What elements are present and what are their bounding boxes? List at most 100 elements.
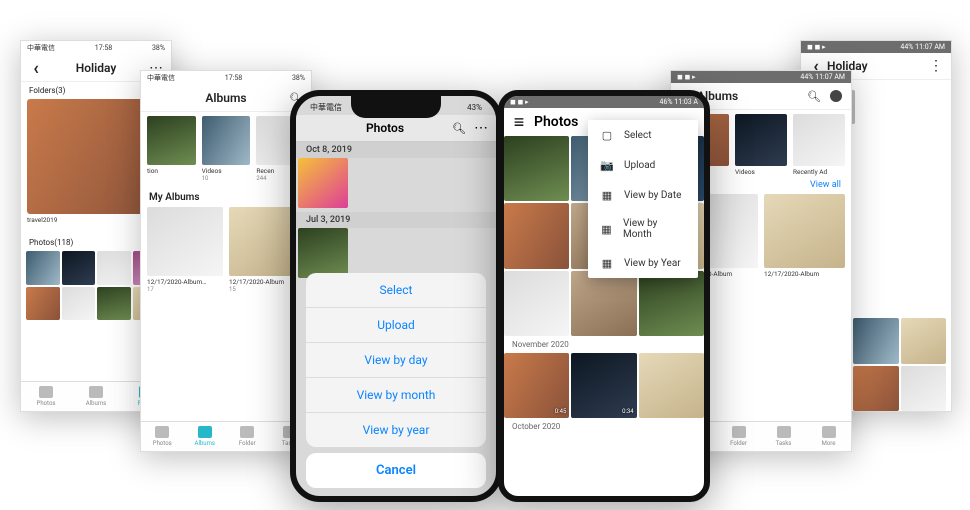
photo-thumb[interactable]	[26, 251, 60, 285]
action-sheet: Select Upload View by day View by month …	[306, 273, 486, 488]
battery: 38%	[292, 74, 305, 82]
album-thumb[interactable]	[147, 116, 196, 165]
status-left: ◼ ◼ ▸	[807, 43, 826, 51]
header: Albums	[141, 85, 311, 112]
photo-thumb[interactable]	[298, 158, 348, 208]
tab-label: Photos	[153, 440, 172, 447]
iphone-screen: 中華電信 43% Photos Oct 8, 2019 Jul 3, 2019	[296, 96, 496, 496]
search-icon[interactable]	[807, 89, 821, 103]
dropdown-menu: ▢Select 📷Upload ▦View by Date ▦View by M…	[588, 120, 698, 278]
notch	[351, 96, 441, 118]
photo-thumb[interactable]	[504, 136, 569, 201]
tab-albums[interactable]: Albums	[71, 382, 121, 411]
status-left: ◼ ◼ ▸	[510, 98, 529, 106]
tab-folder[interactable]: Folder	[716, 422, 761, 451]
tab-label: Folder	[730, 440, 747, 447]
tab-photos[interactable]: Photos	[21, 382, 71, 411]
status-right: 46% 11:03 A	[660, 98, 698, 106]
photo-thumb[interactable]	[298, 228, 348, 278]
photo-thumb[interactable]	[62, 287, 96, 321]
album-count: 10	[202, 175, 251, 182]
video-thumb[interactable]: 0:45	[504, 353, 569, 418]
album-thumb[interactable]	[793, 114, 845, 166]
menu-icon[interactable]	[512, 115, 526, 129]
photo-thumb[interactable]	[504, 271, 569, 336]
tab-label: Albums	[86, 400, 106, 407]
video-duration: 0:45	[555, 408, 567, 415]
photo-thumb[interactable]	[901, 366, 946, 411]
clock: 17:58	[225, 74, 242, 82]
sheet-cancel[interactable]: Cancel	[306, 453, 486, 488]
sheet-select[interactable]: Select	[306, 273, 486, 307]
upload-icon: 📷	[600, 158, 614, 172]
photo-thumb[interactable]	[504, 203, 569, 268]
menu-view-by-date[interactable]: ▦View by Date	[588, 180, 698, 210]
bottom-tabs: Photos Albums Folder Tasks	[141, 421, 311, 451]
photo-thumb[interactable]	[853, 366, 898, 411]
photo-thumb[interactable]	[26, 287, 60, 321]
status-bar: ◼ ◼ ▸ 44% 11:07 AM	[801, 41, 951, 53]
tab-photos[interactable]: Photos	[141, 422, 184, 451]
photo-thumb[interactable]	[901, 318, 946, 363]
status-right: 44% 11:07 AM	[900, 43, 945, 51]
kebab-icon[interactable]	[929, 59, 943, 73]
search-icon[interactable]	[452, 121, 466, 135]
photo-thumb[interactable]	[62, 251, 96, 285]
status-bar: ◼ ◼ ▸ 44% 11:07 AM	[671, 71, 851, 83]
battery: 38%	[152, 44, 165, 52]
video-duration: 0:34	[622, 408, 634, 415]
sheet-upload[interactable]: Upload	[306, 307, 486, 342]
menu-view-by-month[interactable]: ▦View by Month	[588, 210, 698, 248]
tab-more[interactable]: More	[806, 422, 851, 451]
album-thumb[interactable]	[764, 194, 845, 268]
album-thumb[interactable]	[202, 116, 251, 165]
battery: 43%	[467, 103, 482, 112]
menu-label: View by Month	[623, 218, 684, 240]
video-thumb[interactable]: 0:34	[571, 353, 636, 418]
status-bar: 中華電信 17:58 38%	[141, 71, 311, 85]
menu-upload[interactable]: 📷Upload	[588, 150, 698, 180]
tab-label: More	[822, 440, 836, 447]
android-frame: ◼ ◼ ▸ 46% 11:03 A Photos November 2020 0…	[498, 90, 710, 502]
more-icon[interactable]	[474, 121, 488, 135]
menu-view-by-year[interactable]: ▦ View by Year	[588, 248, 698, 278]
menu-select[interactable]: ▢Select	[588, 120, 698, 150]
sheet-options: Select Upload View by day View by month …	[306, 273, 486, 447]
photo-thumb[interactable]	[853, 318, 898, 363]
sheet-view-by-day[interactable]: View by day	[306, 342, 486, 377]
photo-thumb[interactable]	[97, 287, 131, 321]
status-left: ◼ ◼ ▸	[677, 73, 696, 81]
page-title: Albums	[163, 91, 289, 105]
header: Photos	[296, 115, 496, 142]
tab-tasks[interactable]: Tasks	[761, 422, 806, 451]
iphone-frame: 中華電信 43% Photos Oct 8, 2019 Jul 3, 2019	[290, 90, 502, 502]
avatar-icon[interactable]	[829, 89, 843, 103]
tab-label: Folder	[239, 440, 256, 447]
carrier: 中華電信	[147, 73, 175, 83]
back-icon[interactable]	[29, 61, 43, 75]
album-caption: Videos	[202, 167, 251, 175]
menu-label: View by Year	[624, 258, 681, 269]
select-icon: ▢	[600, 128, 614, 142]
stage: 中華電信 17:58 38% Holiday Folders(3) travel…	[0, 0, 970, 510]
album-thumb[interactable]	[147, 207, 223, 276]
photo-thumb[interactable]	[571, 271, 636, 336]
carrier: 中華電信	[27, 43, 55, 53]
album-thumb[interactable]	[735, 114, 787, 166]
tab-albums[interactable]: Albums	[184, 422, 227, 451]
date-header-2: Jul 3, 2019	[296, 212, 496, 228]
photo-thumb[interactable]	[639, 353, 704, 418]
grid-icon: ▦	[600, 256, 614, 270]
page-title: Albums	[693, 89, 807, 103]
album-caption: Recently Ad	[793, 168, 845, 176]
photo-thumb[interactable]	[639, 271, 704, 336]
tab-label: Tasks	[776, 440, 792, 447]
tab-folder[interactable]: Folder	[226, 422, 269, 451]
page-title: Holiday	[43, 61, 149, 75]
photo-thumb[interactable]	[97, 251, 131, 285]
sheet-view-by-year[interactable]: View by year	[306, 412, 486, 447]
grid-icon: ▦	[600, 188, 614, 202]
sheet-view-by-month[interactable]: View by month	[306, 377, 486, 412]
album-caption: Videos	[735, 168, 787, 176]
my-albums-label: My Albums	[141, 188, 311, 207]
